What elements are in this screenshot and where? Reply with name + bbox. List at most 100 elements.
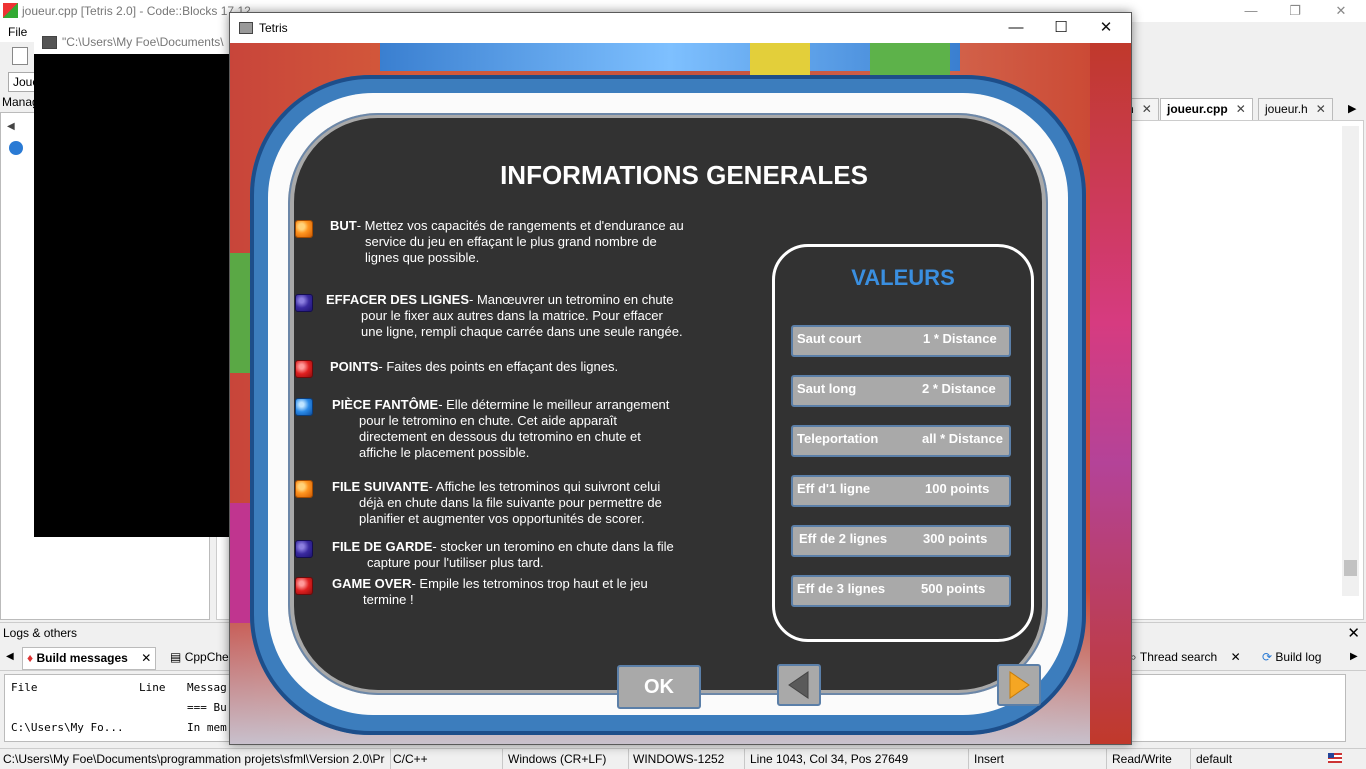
value-value: all * Distance bbox=[922, 431, 1003, 446]
value-key: Saut long bbox=[797, 381, 857, 396]
col-header-line[interactable]: Line bbox=[139, 681, 166, 694]
log-tabs-right-icon[interactable]: ▶ bbox=[1350, 651, 1358, 662]
console-title: "C:\Users\My Foe\Documents\ bbox=[62, 35, 224, 49]
tab-close-icon[interactable]: ✕ bbox=[1142, 102, 1152, 116]
logs-title: Logs & others bbox=[3, 626, 78, 640]
values-box: VALEURS Saut court 1 * Distance Saut lon… bbox=[772, 244, 1034, 642]
tab-joueur-h[interactable]: joueur.h ✕ bbox=[1258, 98, 1333, 120]
rule-continuation: termine ! bbox=[363, 592, 414, 607]
info-panel: INFORMATIONS GENERALES BUT- Mettez vos c… bbox=[294, 118, 1042, 709]
status-position: Line 1043, Col 34, Pos 27649 bbox=[750, 752, 909, 766]
cppcheck-icon: ▤ bbox=[170, 650, 182, 664]
log-tab-build-messages[interactable]: ♦ Build messages ✕ bbox=[22, 647, 157, 670]
value-row: Eff de 2 lignes 300 points bbox=[791, 525, 1011, 557]
previous-button[interactable] bbox=[777, 664, 821, 706]
menu-file[interactable]: File bbox=[8, 25, 27, 39]
value-value: 100 points bbox=[925, 481, 990, 496]
rule-text: GAME OVER- Empile les tetrominos trop ha… bbox=[332, 576, 732, 608]
col-header-file[interactable]: File bbox=[11, 681, 38, 694]
tab-close-icon[interactable]: ✕ bbox=[1316, 102, 1326, 116]
log-row-file[interactable]: C:\Users\My Fo... bbox=[11, 721, 124, 734]
log-tab-build-log[interactable]: ⟳ Build log bbox=[1258, 647, 1325, 668]
status-divider bbox=[1190, 749, 1191, 769]
col-header-message[interactable]: Messag bbox=[187, 681, 227, 694]
rule-name: EFFACER DES LIGNES bbox=[326, 292, 470, 307]
editor-scrollbar[interactable] bbox=[1342, 126, 1359, 596]
left-arrow-icon bbox=[788, 671, 809, 699]
right-arrow-icon bbox=[1009, 671, 1030, 699]
rule-continuation: déjà en chute dans la file suivante pour… bbox=[359, 495, 662, 510]
status-access: Read/Write bbox=[1112, 752, 1172, 766]
rule-text: PIÈCE FANTÔME- Elle détermine le meilleu… bbox=[332, 397, 732, 461]
log-row-message[interactable]: === Bu bbox=[187, 701, 227, 714]
tetris-minimize-button[interactable]: — bbox=[993, 13, 1039, 43]
ok-button[interactable]: OK bbox=[617, 665, 701, 709]
build-log-icon: ⟳ bbox=[1262, 650, 1273, 664]
rule-name: POINTS bbox=[330, 359, 379, 374]
rule-continuation: pour le fixer aux autres dans la matrice… bbox=[361, 308, 663, 323]
console-window[interactable]: "C:\Users\My Foe\Documents\ bbox=[34, 30, 234, 537]
rule-continuation: planifier et augmenter vos opportunités … bbox=[359, 511, 645, 526]
rule-text: FILE DE GARDE- stocker un teromino en ch… bbox=[332, 539, 732, 571]
status-divider bbox=[968, 749, 969, 769]
value-row: Eff de 3 lignes 500 points bbox=[791, 575, 1011, 607]
tabs-scroll-right-icon[interactable]: ▶ bbox=[1348, 102, 1356, 115]
purple-gem-icon bbox=[296, 295, 312, 311]
status-divider bbox=[628, 749, 629, 769]
log-tab-label: CppChec bbox=[184, 650, 235, 664]
rule-first-line: - Manœuvrer un tetromino en chute bbox=[469, 292, 674, 307]
tetris-close-button[interactable]: ✕ bbox=[1083, 13, 1129, 43]
log-row-message[interactable]: In mem bbox=[187, 721, 227, 734]
value-key: Eff de 3 lignes bbox=[797, 581, 886, 596]
red-gem-icon bbox=[296, 361, 312, 377]
log-tab-label: Build log bbox=[1275, 650, 1322, 664]
log-tab-close-icon[interactable]: ✕ bbox=[1231, 650, 1241, 664]
editor-scrollbar-thumb[interactable] bbox=[1344, 560, 1357, 576]
status-eol: Windows (CR+LF) bbox=[508, 752, 607, 766]
tab-close-icon[interactable]: ✕ bbox=[1236, 102, 1246, 116]
logs-close-icon[interactable]: ✕ bbox=[1347, 624, 1360, 642]
close-button[interactable]: ✕ bbox=[1318, 0, 1364, 22]
status-divider bbox=[1106, 749, 1107, 769]
status-mode: Insert bbox=[974, 752, 1005, 766]
tetris-maximize-button[interactable]: ☐ bbox=[1038, 13, 1084, 43]
rule-first-line: - Faites des points en effaçant des lign… bbox=[378, 359, 619, 374]
rule-first-line: - Mettez vos capacités de rangements et … bbox=[356, 218, 684, 233]
log-tab-label: Thread search bbox=[1139, 650, 1218, 664]
tab-label: joueur.h bbox=[1265, 102, 1308, 116]
statusbar: C:\Users\My Foe\Documents\programmation … bbox=[0, 748, 1366, 769]
info-title: INFORMATIONS GENERALES bbox=[500, 160, 868, 190]
tab-joueur-cpp[interactable]: joueur.cpp ✕ bbox=[1160, 98, 1253, 120]
rule-text: EFFACER DES LIGNES- Manœuvrer un tetromi… bbox=[326, 292, 730, 340]
value-value: 500 points bbox=[921, 581, 986, 596]
status-divider bbox=[390, 749, 391, 769]
rule-continuation: service du jeu en effaçant le plus grand… bbox=[365, 234, 657, 249]
tab-label: joueur.cpp bbox=[1167, 102, 1228, 116]
log-tab-close-icon[interactable]: ✕ bbox=[141, 651, 151, 665]
status-divider bbox=[502, 749, 503, 769]
red-gem-icon bbox=[296, 578, 312, 594]
tab-left-arrow-icon[interactable]: ◀ bbox=[7, 121, 15, 132]
status-encoding: WINDOWS-1252 bbox=[633, 752, 725, 766]
log-tab-cppcheck[interactable]: ▤ CppChec bbox=[166, 647, 239, 668]
rule-continuation: pour le tetromino en chute. Cet aide app… bbox=[359, 413, 617, 428]
log-tab-thread-search[interactable]: ⌕ Thread search ✕ bbox=[1126, 647, 1245, 668]
next-button[interactable] bbox=[997, 664, 1041, 706]
status-profile: default bbox=[1196, 752, 1233, 766]
minimize-button[interactable]: — bbox=[1228, 0, 1274, 22]
rule-text: POINTS- Faites des points en effaçant de… bbox=[330, 359, 730, 375]
rule-continuation: capture pour l'utiliser plus tard. bbox=[367, 555, 544, 570]
value-key: Eff d'1 ligne bbox=[797, 481, 871, 496]
value-value: 2 * Distance bbox=[922, 381, 996, 396]
rule-first-line: - stocker un teromino en chute dans la f… bbox=[432, 539, 674, 554]
log-tabs-left-icon[interactable]: ◀ bbox=[6, 651, 14, 662]
new-file-icon[interactable] bbox=[12, 47, 28, 65]
value-row: Eff d'1 ligne 100 points bbox=[791, 475, 1011, 507]
rule-text: FILE SUIVANTE- Affiche les tetrominos qu… bbox=[332, 479, 732, 527]
tetris-titlebar: Tetris — ☐ ✕ bbox=[230, 13, 1131, 43]
restore-button[interactable]: ❐ bbox=[1272, 0, 1318, 22]
value-value: 1 * Distance bbox=[923, 331, 997, 346]
purple-gem-icon bbox=[296, 541, 312, 557]
blue-gem-icon bbox=[296, 399, 312, 415]
rule-first-line: - Empile les tetrominos trop haut et le … bbox=[411, 576, 648, 591]
